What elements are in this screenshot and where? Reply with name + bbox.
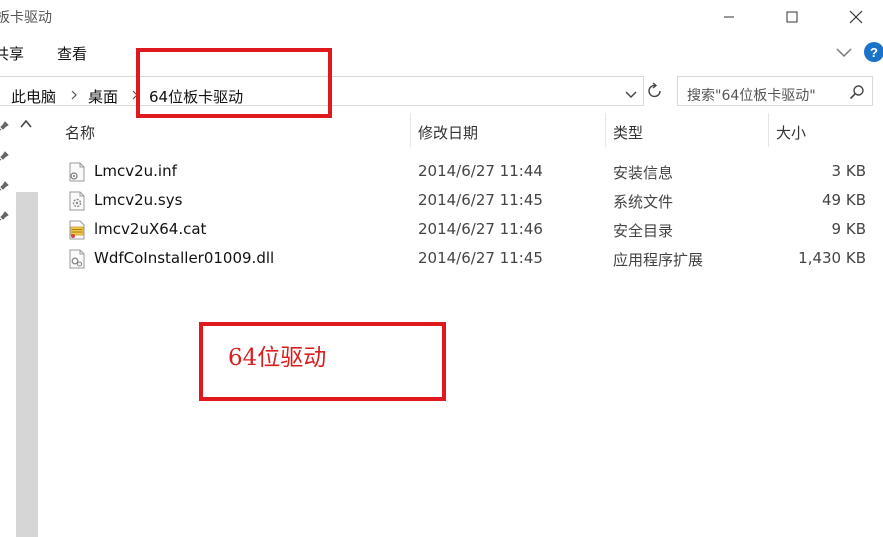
file-name: lmcv2uX64.cat bbox=[94, 220, 207, 238]
pin-icon[interactable] bbox=[0, 181, 9, 193]
file-size: 1,430 KB bbox=[798, 249, 866, 267]
tab-share[interactable]: 共享 bbox=[0, 43, 24, 64]
close-button[interactable] bbox=[833, 0, 879, 34]
file-type: 安装信息 bbox=[613, 164, 674, 182]
file-row[interactable]: lmcv2uX64.cat 2014/6/27 11:46 安全目录 9 KB bbox=[56, 215, 883, 244]
window-title: 板卡驱动 bbox=[0, 10, 52, 26]
file-size: 9 KB bbox=[831, 220, 866, 238]
maximize-button[interactable] bbox=[769, 0, 815, 34]
tab-view[interactable]: 查看 bbox=[57, 43, 87, 64]
file-type: 系统文件 bbox=[613, 193, 674, 211]
file-type: 安全目录 bbox=[613, 222, 674, 240]
file-date: 2014/6/27 11:46 bbox=[418, 220, 543, 238]
file-row[interactable]: Lmcv2u.sys 2014/6/27 11:45 系统文件 49 KB bbox=[56, 186, 883, 215]
column-header-size[interactable]: 大小 bbox=[776, 122, 806, 143]
dll-file-icon bbox=[69, 249, 85, 269]
column-header-date[interactable]: 修改日期 bbox=[418, 122, 478, 143]
search-icon[interactable] bbox=[849, 84, 865, 100]
maximize-icon bbox=[786, 11, 798, 23]
file-row[interactable]: WdfCoInstaller01009.dll 2014/6/27 11:45 … bbox=[56, 244, 883, 273]
minimize-button[interactable] bbox=[706, 0, 752, 34]
column-divider[interactable] bbox=[768, 113, 769, 147]
close-icon bbox=[849, 10, 863, 24]
column-divider[interactable] bbox=[605, 113, 606, 147]
minimize-icon bbox=[724, 16, 734, 18]
pin-icon[interactable] bbox=[0, 121, 9, 133]
help-label: ? bbox=[870, 44, 878, 60]
nav-scrollbar[interactable] bbox=[16, 192, 38, 537]
scroll-up-icon[interactable] bbox=[19, 118, 33, 130]
file-size: 49 KB bbox=[822, 191, 866, 209]
refresh-button[interactable] bbox=[645, 78, 665, 104]
file-date: 2014/6/27 11:45 bbox=[418, 191, 543, 209]
address-row: 此电脑 桌面 64位板卡驱动 搜索"64位板卡驱动" bbox=[0, 72, 883, 112]
file-date: 2014/6/27 11:45 bbox=[418, 249, 543, 267]
file-name: WdfCoInstaller01009.dll bbox=[94, 249, 275, 267]
navigation-pane bbox=[0, 112, 38, 537]
file-date: 2014/6/27 11:44 bbox=[418, 162, 543, 180]
column-header-type[interactable]: 类型 bbox=[613, 122, 643, 143]
address-dropdown-icon[interactable] bbox=[625, 90, 637, 100]
cat-file-icon bbox=[69, 220, 85, 240]
file-name: Lmcv2u.inf bbox=[94, 162, 177, 180]
column-header-name[interactable]: 名称 bbox=[65, 122, 95, 143]
breadcrumb-this-pc[interactable]: 此电脑 bbox=[11, 86, 56, 107]
search-box[interactable]: 搜索"64位板卡驱动" bbox=[677, 76, 873, 106]
pin-icon[interactable] bbox=[0, 211, 9, 223]
file-name: Lmcv2u.sys bbox=[94, 191, 183, 209]
help-icon[interactable]: ? bbox=[864, 42, 883, 62]
inf-file-icon bbox=[69, 162, 85, 182]
chevron-down-icon[interactable] bbox=[834, 44, 854, 60]
sys-file-icon bbox=[69, 191, 85, 211]
breadcrumb-desktop[interactable]: 桌面 bbox=[88, 86, 118, 107]
refresh-icon bbox=[648, 82, 661, 98]
annotation-label: 64位驱动 bbox=[228, 345, 327, 371]
file-row[interactable]: Lmcv2u.inf 2014/6/27 11:44 安装信息 3 KB bbox=[56, 157, 883, 186]
annotation-box-address bbox=[136, 48, 332, 118]
file-type: 应用程序扩展 bbox=[613, 251, 704, 269]
column-divider[interactable] bbox=[410, 113, 411, 147]
chevron-right-icon[interactable] bbox=[70, 90, 78, 100]
ribbon-tabs: 共享 查看 bbox=[0, 34, 883, 68]
title-bar: 板卡驱动 bbox=[0, 0, 883, 34]
search-placeholder: 搜索"64位板卡驱动" bbox=[687, 88, 816, 104]
pin-icon[interactable] bbox=[0, 151, 9, 163]
file-size: 3 KB bbox=[831, 162, 866, 180]
